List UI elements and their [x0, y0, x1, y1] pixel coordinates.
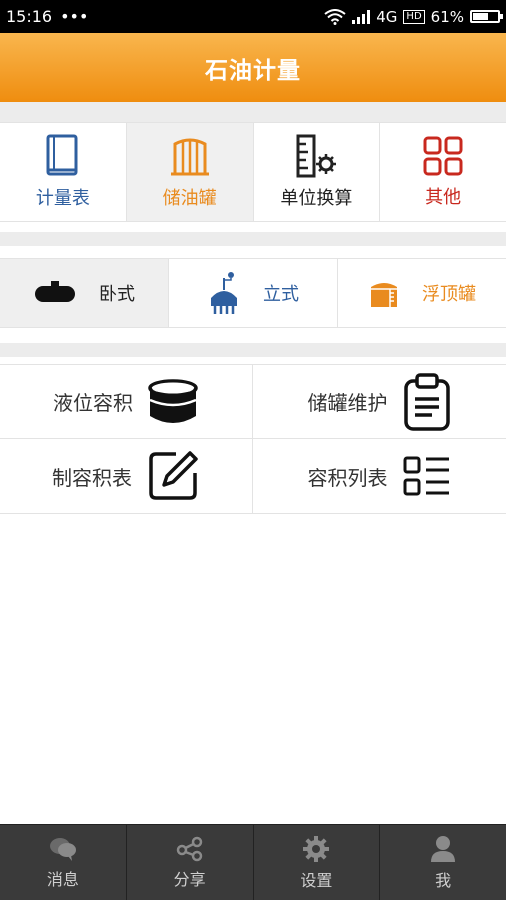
tab-settings[interactable]: 设置 — [254, 825, 381, 900]
status-dots: ••• — [60, 7, 89, 26]
share-icon — [176, 836, 202, 861]
tank-type-horizontal[interactable]: 卧式 — [0, 259, 169, 327]
function-volume-list[interactable]: 容积列表 — [253, 439, 506, 513]
signal-icon — [352, 9, 371, 24]
tab-label: 分享 — [173, 869, 206, 889]
category-meter-table[interactable]: 计量表 — [0, 123, 127, 221]
function-label: 储罐维护 — [307, 391, 388, 415]
tab-me[interactable]: 我 — [380, 825, 506, 900]
user-icon — [431, 835, 456, 862]
function-make-volume-table[interactable]: 制容积表 — [0, 439, 253, 513]
section-divider — [0, 102, 506, 122]
category-label: 储油罐 — [162, 188, 217, 209]
status-bar: 15:16 ••• 4G HD 61% — [0, 0, 506, 33]
page-title: 石油计量 — [205, 57, 301, 84]
function-label: 液位容积 — [53, 391, 133, 415]
tank-type-vertical[interactable]: 立式 — [169, 259, 338, 327]
tank-type-label: 立式 — [263, 284, 299, 305]
tab-label: 设置 — [300, 870, 333, 890]
list-icon — [403, 456, 449, 496]
function-label: 容积列表 — [307, 465, 388, 490]
edit-icon — [149, 451, 198, 500]
tab-label: 我 — [435, 870, 452, 890]
section-divider — [0, 343, 506, 357]
network-type: 4G — [376, 7, 398, 26]
grid-icon — [423, 136, 463, 176]
tab-label: 消息 — [46, 869, 79, 889]
category-bar: 计量表 储油罐 单位换算 其他 — [0, 122, 506, 222]
battery-icon — [470, 10, 503, 23]
tab-messages[interactable]: 消息 — [0, 825, 127, 900]
category-unit-conversion[interactable]: 单位换算 — [254, 123, 381, 221]
tab-share[interactable]: 分享 — [127, 825, 254, 900]
category-label: 计量表 — [35, 188, 90, 209]
category-label: 其他 — [425, 187, 462, 208]
battery-percent: 61% — [430, 7, 464, 26]
category-oil-tank[interactable]: 储油罐 — [126, 123, 254, 221]
function-level-volume[interactable]: 液位容积 — [0, 365, 253, 439]
tank-type-label: 卧式 — [99, 284, 135, 305]
book-icon — [46, 134, 78, 176]
tank-type-label: 浮顶罐 — [422, 284, 476, 305]
floating-roof-tank-icon — [371, 283, 397, 307]
ruler-gear-icon — [296, 134, 337, 178]
status-time: 15:16 — [6, 7, 53, 26]
title-bar: 石油计量 — [0, 33, 506, 102]
section-divider — [0, 232, 506, 246]
tank-type-bar: 卧式 立式 浮顶罐 — [0, 258, 506, 328]
horizontal-tank-icon — [35, 281, 75, 302]
function-tank-maintenance[interactable]: 储罐维护 — [253, 365, 506, 439]
category-label: 单位换算 — [280, 188, 353, 209]
function-grid: 液位容积 储罐维护 制容积表 容积列表 — [0, 364, 506, 514]
vertical-tank-icon — [211, 272, 237, 314]
clipboard-icon — [403, 372, 450, 431]
tank-icon — [170, 138, 209, 176]
category-other[interactable]: 其他 — [380, 123, 506, 221]
message-icon — [49, 837, 76, 861]
cylinder-icon — [148, 378, 198, 423]
function-label: 制容积表 — [52, 465, 132, 490]
wifi-icon — [324, 8, 346, 25]
tank-type-floating-roof[interactable]: 浮顶罐 — [338, 259, 506, 327]
gear-icon — [303, 835, 330, 862]
hd-badge: HD — [403, 9, 425, 24]
bottom-tab-bar: 消息 分享 设置 我 — [0, 824, 506, 900]
